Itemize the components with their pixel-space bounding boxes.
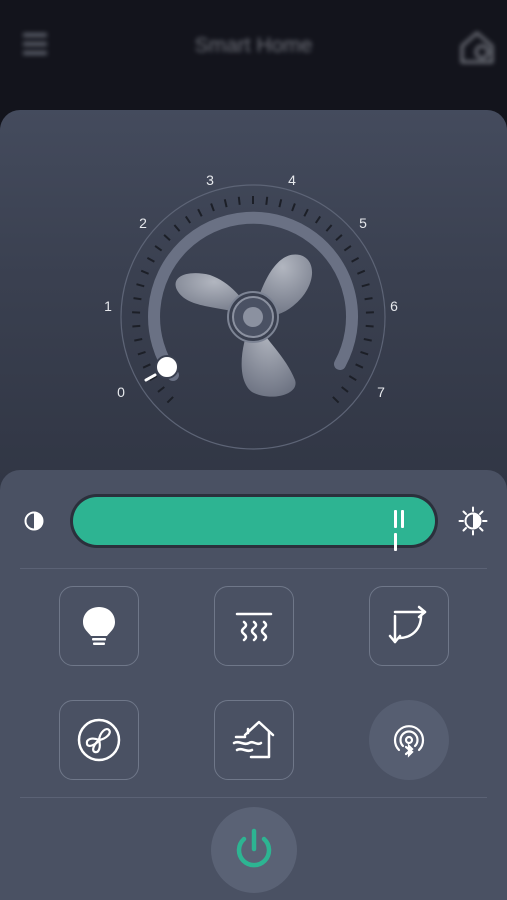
dial-tick — [163, 234, 171, 242]
dial-label-4: 4 — [288, 172, 296, 188]
home-settings-icon[interactable] — [458, 28, 496, 66]
dial-tick — [136, 283, 145, 288]
power-button[interactable] — [211, 807, 297, 893]
dial-tick — [197, 208, 203, 217]
dial-tick — [303, 208, 309, 217]
dial-tick — [325, 224, 333, 232]
swing-rotate-icon — [388, 605, 427, 644]
fan-blade-icon — [175, 254, 313, 397]
home-airflow-icon — [232, 720, 275, 759]
dial-tick — [364, 297, 373, 301]
dial-tick — [348, 375, 357, 382]
dial-tick — [265, 196, 269, 205]
divider — [20, 797, 487, 798]
dial-tick — [140, 269, 149, 275]
dial-tick — [166, 396, 174, 404]
home-airflow-button[interactable] — [214, 700, 294, 780]
dial-tick — [335, 234, 343, 242]
bluetooth-speaker-button[interactable] — [369, 700, 449, 780]
dial-tick — [332, 396, 340, 404]
dial-knob[interactable] — [155, 355, 179, 379]
dial-tick — [291, 203, 296, 212]
controls-panel — [0, 470, 507, 900]
dial-tick — [134, 338, 143, 342]
dial-tick — [360, 350, 369, 356]
brightness-slider[interactable] — [70, 494, 438, 551]
dial-tick — [343, 245, 352, 252]
dial-label-2: 2 — [139, 215, 147, 231]
dial-tick — [210, 203, 215, 212]
fan-mode-icon — [77, 718, 121, 762]
dial-tick — [237, 196, 241, 205]
dial-label-5: 5 — [359, 215, 367, 231]
dial-tick — [355, 363, 364, 369]
dial-tick — [223, 199, 228, 208]
dial-tick — [154, 245, 163, 252]
dial-tick — [137, 350, 146, 356]
dial-label-1: 1 — [104, 298, 112, 314]
page-title: Smart Home — [194, 34, 313, 57]
dial-tick — [173, 224, 181, 232]
dial-tick — [278, 199, 283, 208]
dial-label-3: 3 — [206, 172, 214, 188]
sun-icon — [458, 506, 488, 536]
light-button[interactable] — [59, 586, 139, 666]
power-icon — [236, 828, 272, 868]
dial-tick — [361, 283, 370, 288]
brightness-slider-fill — [73, 497, 435, 545]
dial-tick — [363, 338, 372, 342]
divider — [20, 568, 487, 569]
dial-tick — [357, 269, 366, 275]
dial-tick — [341, 386, 349, 393]
dial-tick — [132, 324, 141, 328]
dial-label-6: 6 — [390, 298, 398, 314]
fan-dial-panel: 0 1 2 3 4 5 6 7 — [0, 110, 507, 530]
dial-tick — [133, 297, 142, 301]
fan-mode-button[interactable] — [59, 700, 139, 780]
swing-button[interactable] — [369, 586, 449, 666]
speed-dial[interactable]: 0 1 2 3 4 5 6 7 — [0, 110, 507, 530]
dial-tick — [157, 386, 165, 393]
dial-tick — [142, 363, 151, 369]
heater-button[interactable] — [214, 586, 294, 666]
light-bulb-icon — [83, 607, 115, 645]
dial-tick — [146, 257, 155, 263]
dial-tick — [365, 324, 374, 328]
bluetooth-speaker-icon — [393, 725, 425, 758]
dial-tick — [314, 215, 322, 224]
contrast-low-icon — [24, 511, 44, 531]
app-header: Smart Home — [0, 0, 507, 110]
slider-grip-icon[interactable] — [394, 510, 414, 551]
dial-label-7: 7 — [377, 384, 385, 400]
dial-tick — [184, 215, 192, 224]
dial-label-0: 0 — [117, 384, 125, 400]
heater-icon — [235, 612, 273, 642]
dial-tick — [351, 257, 360, 263]
